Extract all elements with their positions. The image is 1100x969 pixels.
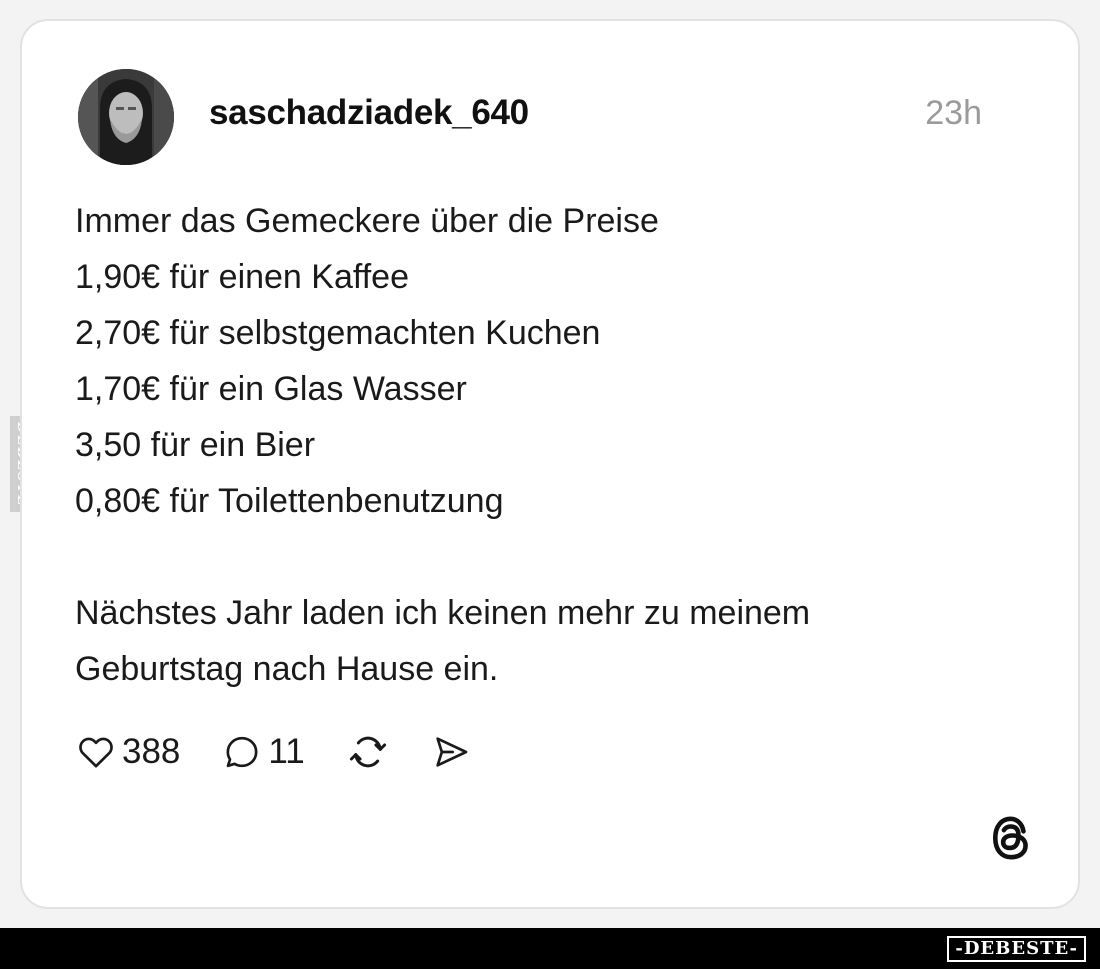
post-line: Immer das Gemeckere über die Preise	[75, 202, 659, 240]
action-bar: 388 11	[76, 727, 513, 777]
bottom-watermark: -DEBESTE-	[947, 936, 1086, 962]
post-timestamp: 23h	[925, 94, 982, 132]
avatar[interactable]	[78, 69, 174, 165]
screenshot-page: DEBESTE saschadziadek_640 23h Immer das …	[0, 0, 1100, 969]
watermark-bar: -DEBESTE-	[0, 928, 1100, 969]
repost-button[interactable]	[347, 731, 389, 773]
reply-button[interactable]: 11	[222, 732, 305, 772]
threads-logo-icon[interactable]	[988, 813, 1034, 863]
repost-icon	[349, 736, 386, 768]
username[interactable]: saschadziadek_640	[209, 93, 529, 133]
post-line: 3,50 für ein Bier	[75, 426, 316, 464]
share-button[interactable]	[431, 732, 471, 772]
avatar-photo	[78, 69, 174, 165]
post-line: Nächstes Jahr laden ich keinen mehr zu m…	[75, 594, 811, 632]
reply-count: 11	[268, 732, 305, 771]
post-card: saschadziadek_640 23h Immer das Gemecker…	[20, 19, 1080, 909]
post-line: 0,80€ für Toilettenbenutzung	[75, 482, 504, 520]
like-button[interactable]: 388	[76, 732, 180, 772]
like-count: 388	[122, 732, 181, 771]
post-line: 1,90€ für einen Kaffee	[75, 258, 409, 296]
post-line: Geburtstag nach Hause ein.	[75, 650, 499, 688]
post-body: Immer das Gemeckere über die Preise 1,90…	[75, 193, 1015, 697]
heart-icon	[79, 737, 113, 768]
post-line: 1,70€ für ein Glas Wasser	[75, 370, 467, 408]
send-icon	[436, 737, 468, 767]
post-line: 2,70€ für selbstgemachten Kuchen	[75, 314, 601, 352]
comment-icon	[226, 736, 258, 768]
threads-logo-graphic	[992, 816, 1028, 860]
